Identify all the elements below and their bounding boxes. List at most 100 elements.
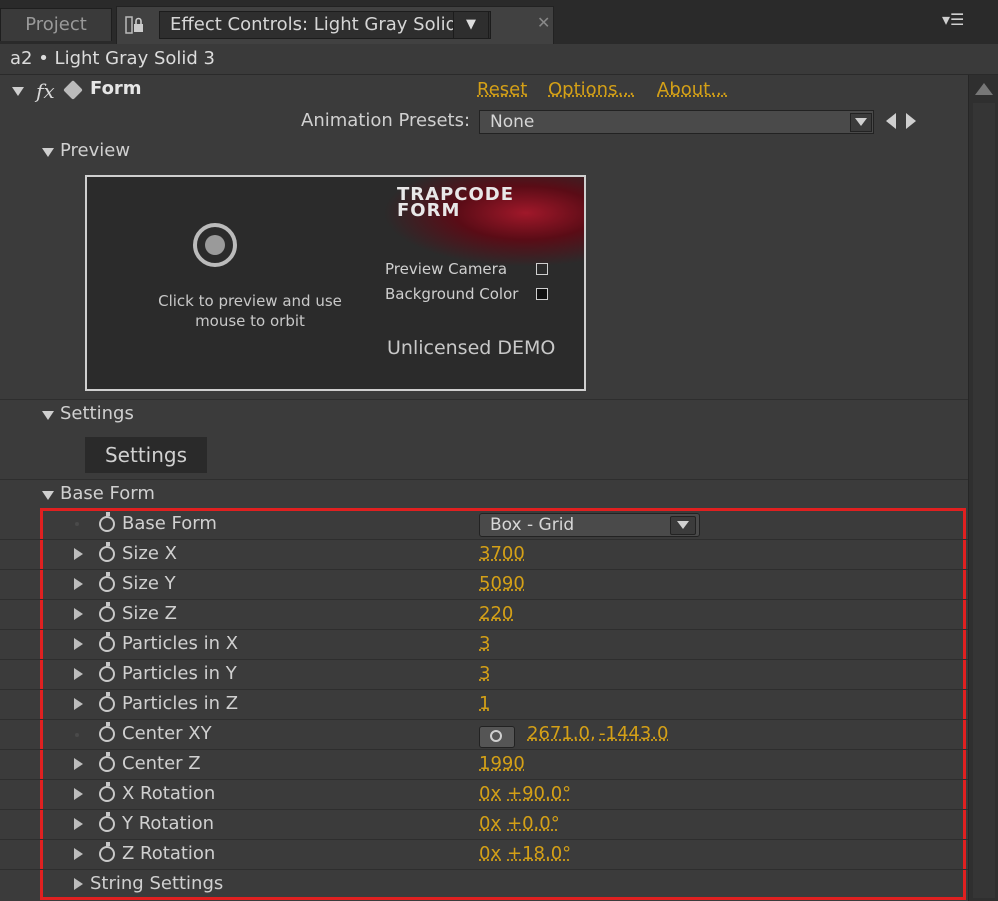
options-link[interactable]: Options... xyxy=(548,79,635,100)
divider xyxy=(0,689,968,690)
stopwatch-icon[interactable] xyxy=(99,756,115,772)
divider xyxy=(0,749,968,750)
expand-icon[interactable] xyxy=(74,788,83,800)
close-icon[interactable]: ✕ xyxy=(537,13,550,32)
preset-prev-icon[interactable] xyxy=(886,113,896,129)
preview-camera-checkbox[interactable] xyxy=(536,263,548,275)
expand-icon[interactable] xyxy=(74,848,83,860)
center-x-value[interactable]: 2671.0, xyxy=(527,723,596,744)
scroll-up-icon[interactable] xyxy=(975,83,993,95)
logo-line-2: FORM xyxy=(397,203,514,219)
rotation-degrees[interactable]: +18.0° xyxy=(507,843,571,864)
divider xyxy=(0,719,968,720)
scroll-track[interactable] xyxy=(973,103,995,898)
tab-project[interactable]: Project xyxy=(0,8,112,41)
trapcode-logo: TRAPCODE FORM xyxy=(397,187,514,219)
rotation-turns[interactable]: 0x xyxy=(479,813,501,834)
stopwatch-icon[interactable] xyxy=(99,816,115,832)
base-form-collapse-icon[interactable] xyxy=(42,491,54,500)
stopwatch-icon[interactable] xyxy=(99,726,115,742)
expand-icon[interactable] xyxy=(74,608,83,620)
animation-presets-dropdown[interactable]: None xyxy=(479,110,874,134)
expand-icon[interactable] xyxy=(74,548,83,560)
panel-tab-bar: Project Effect Controls: Light Gray Soli… xyxy=(0,0,998,44)
background-color-checkbox[interactable] xyxy=(536,288,548,300)
property-value[interactable]: 5090 xyxy=(479,573,525,594)
property-value[interactable]: 1990 xyxy=(479,753,525,774)
stopwatch-icon[interactable] xyxy=(99,576,115,592)
preview-collapse-icon[interactable] xyxy=(42,148,54,157)
preview-hint: Click to preview and use mouse to orbit xyxy=(135,291,365,331)
animation-presets-value: None xyxy=(490,111,534,133)
stopwatch-icon[interactable] xyxy=(99,516,115,532)
rotation-degrees[interactable]: +90.0° xyxy=(507,783,571,804)
row-dot xyxy=(75,733,79,737)
divider xyxy=(0,869,968,870)
property-value[interactable]: 220 xyxy=(479,603,513,624)
stopwatch-icon[interactable] xyxy=(99,666,115,682)
property-value[interactable]: 3700 xyxy=(479,543,525,564)
row-dot xyxy=(75,522,79,526)
preset-next-icon[interactable] xyxy=(906,113,916,129)
cube-icon xyxy=(63,80,83,100)
orbit-icon xyxy=(193,223,237,267)
base-form-dropdown[interactable]: Box - Grid xyxy=(479,513,700,537)
rotation-degrees[interactable]: +0.0° xyxy=(507,813,560,834)
property-label: Particles in Z xyxy=(122,693,238,714)
divider xyxy=(0,839,968,840)
reset-link[interactable]: Reset xyxy=(477,79,527,100)
crosshair-icon xyxy=(490,730,502,742)
divider xyxy=(0,659,968,660)
property-value[interactable]: 1 xyxy=(479,693,490,714)
stopwatch-icon[interactable] xyxy=(99,606,115,622)
divider xyxy=(0,479,968,480)
stopwatch-icon[interactable] xyxy=(99,636,115,652)
tab-effect-controls[interactable]: Effect Controls: Light Gray Solid 3 ▼ ✕ xyxy=(116,6,554,45)
chevron-down-icon: ▼ xyxy=(466,17,476,32)
expand-icon[interactable] xyxy=(74,638,83,650)
expand-icon[interactable] xyxy=(74,758,83,770)
expand-icon[interactable] xyxy=(74,578,83,590)
settings-section-label: Settings xyxy=(60,403,134,424)
stopwatch-icon[interactable] xyxy=(99,546,115,562)
effect-name: Form xyxy=(90,78,142,99)
fx-icon[interactable]: fx xyxy=(36,79,55,103)
expand-icon[interactable] xyxy=(74,668,83,680)
string-settings-label[interactable]: String Settings xyxy=(90,873,223,894)
expand-icon[interactable] xyxy=(74,698,83,710)
expand-icon[interactable] xyxy=(74,818,83,830)
divider xyxy=(0,809,968,810)
about-link[interactable]: About... xyxy=(657,79,727,100)
settings-button[interactable]: Settings xyxy=(85,437,207,473)
rotation-turns[interactable]: 0x xyxy=(479,843,501,864)
stopwatch-icon[interactable] xyxy=(99,696,115,712)
property-label: Size Z xyxy=(122,603,177,624)
rotation-turns[interactable]: 0x xyxy=(479,783,501,804)
expand-icon[interactable] xyxy=(74,878,83,890)
divider xyxy=(0,569,968,570)
layer-path: a2 • Light Gray Solid 3 xyxy=(10,48,215,69)
animation-presets-label: Animation Presets: xyxy=(301,110,470,131)
preview-panel[interactable]: Click to preview and use mouse to orbit … xyxy=(85,175,586,391)
divider xyxy=(0,779,968,780)
settings-collapse-icon[interactable] xyxy=(42,411,54,420)
panel-menu-icon[interactable]: ▾☰ xyxy=(942,10,964,29)
preview-camera-label: Preview Camera xyxy=(385,260,507,278)
divider xyxy=(0,399,968,400)
property-label: Particles in Y xyxy=(122,663,237,684)
property-value[interactable]: 3 xyxy=(479,633,490,654)
effect-collapse-icon[interactable] xyxy=(12,87,24,96)
effect-controls-content: fx Form Reset Options... About... Animat… xyxy=(0,75,968,901)
effect-controls-title: Effect Controls: Light Gray Solid 3 xyxy=(170,12,474,38)
unlicensed-label: Unlicensed DEMO xyxy=(387,337,555,359)
stopwatch-icon[interactable] xyxy=(99,786,115,802)
center-y-value[interactable]: -1443.0 xyxy=(599,723,668,744)
chevron-down-icon xyxy=(670,516,696,535)
point-picker-button[interactable] xyxy=(479,726,515,748)
stopwatch-icon[interactable] xyxy=(99,846,115,862)
effect-controls-title-box[interactable]: Effect Controls: Light Gray Solid 3 xyxy=(159,11,491,39)
vertical-scrollbar[interactable] xyxy=(968,75,998,901)
property-value[interactable]: 3 xyxy=(479,663,490,684)
lock-icon[interactable] xyxy=(125,15,145,35)
tab-dropdown-button[interactable]: ▼ xyxy=(453,11,489,39)
